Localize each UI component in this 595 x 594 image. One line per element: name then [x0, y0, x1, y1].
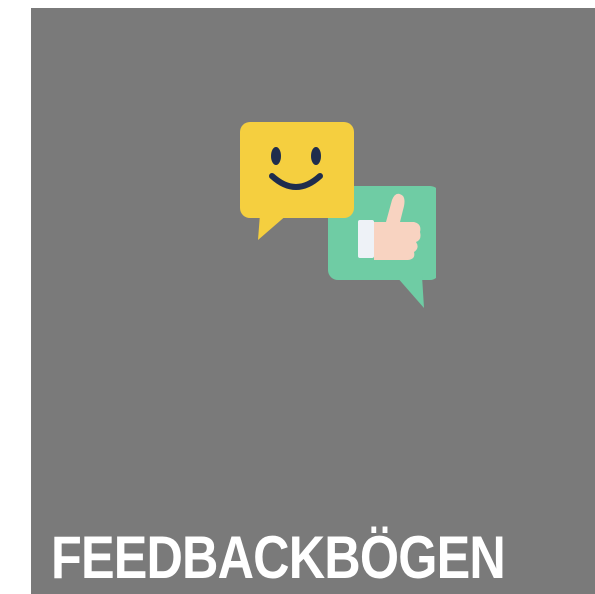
tile-title: FEEDBACKBÖGEN	[51, 524, 506, 591]
feedback-speech-bubbles-icon	[240, 122, 436, 308]
feedback-form-tile[interactable]: FEEDBACKBÖGEN	[31, 8, 595, 594]
